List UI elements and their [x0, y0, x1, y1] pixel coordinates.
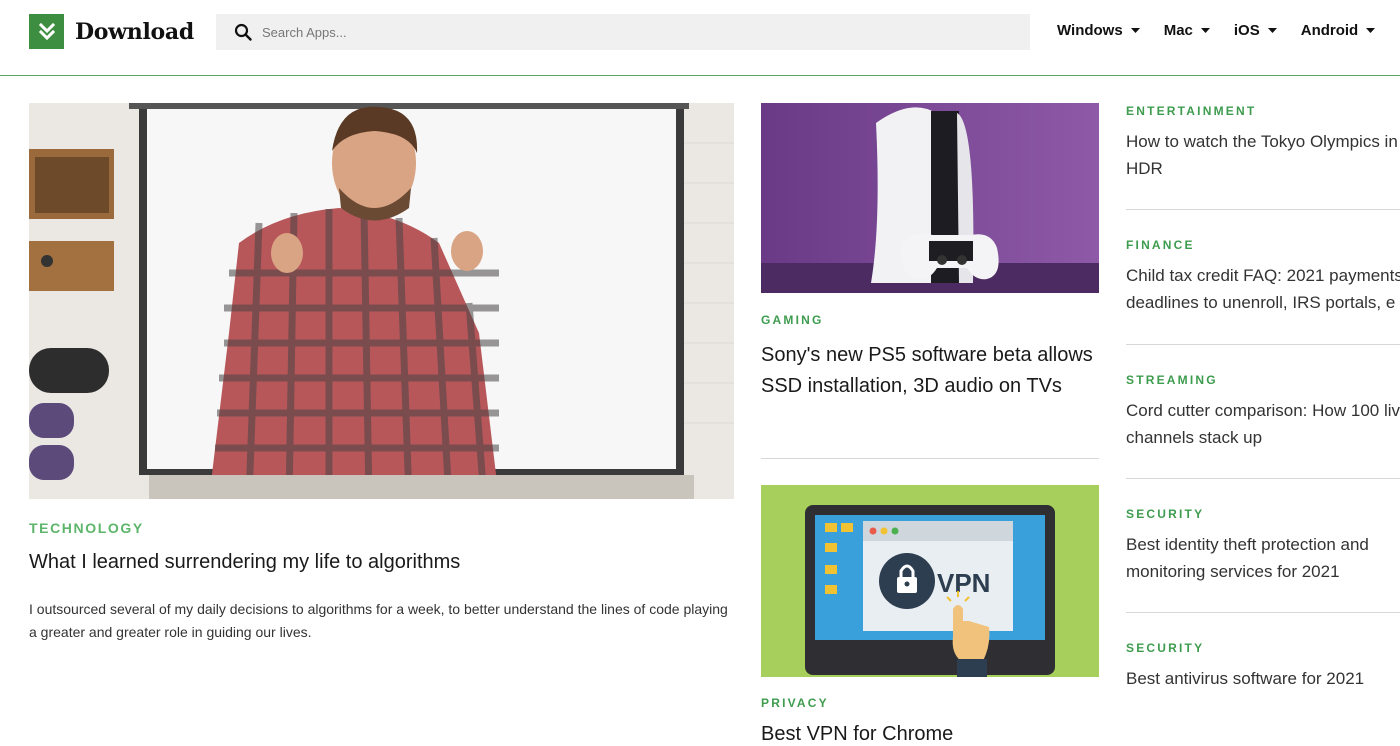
vpn-article-image[interactable]: VPN: [761, 485, 1099, 677]
nav-label: iOS: [1233, 22, 1260, 39]
sidebar-category[interactable]: STREAMING: [1126, 373, 1400, 387]
sidebar-article[interactable]: FINANCE Child tax credit FAQ: 2021 payme…: [1126, 238, 1400, 316]
privacy-category[interactable]: PRIVACY: [761, 696, 829, 710]
vpn-image-text: VPN: [937, 568, 990, 598]
nav-windows[interactable]: Windows: [1057, 22, 1140, 39]
hero-category[interactable]: TECHNOLOGY: [29, 520, 144, 536]
sidebar-title-line[interactable]: channels stack up: [1126, 424, 1400, 451]
ps5-article-title[interactable]: Sony's new PS5 software beta allows SSD …: [761, 340, 1099, 402]
sidebar-article[interactable]: SECURITY Best identity theft protection …: [1126, 507, 1400, 585]
caret-down-icon: [1366, 27, 1376, 33]
nav-label: Windows: [1057, 22, 1123, 39]
logo[interactable]: Download: [29, 14, 194, 49]
caret-down-icon: [1200, 27, 1210, 33]
sidebar-title-line[interactable]: HDR: [1126, 155, 1400, 182]
vpn-article-title[interactable]: Best VPN for Chrome: [761, 723, 953, 746]
sidebar-title-line[interactable]: Child tax credit FAQ: 2021 payments,: [1126, 262, 1400, 289]
download-logo-icon: [29, 14, 64, 49]
sidebar-title-line[interactable]: deadlines to unenroll, IRS portals, e: [1126, 289, 1400, 316]
nav-label: Android: [1300, 22, 1359, 39]
sidebar-title-line[interactable]: Best antivirus software for 2021: [1126, 665, 1400, 692]
nav-android[interactable]: Android: [1301, 22, 1376, 39]
hero-title[interactable]: What I learned surrendering my life to a…: [29, 551, 460, 574]
divider: [1126, 344, 1400, 345]
platform-nav: Windows Mac iOS Android: [1057, 22, 1376, 39]
nav-label: Mac: [1163, 22, 1193, 39]
search-icon[interactable]: [234, 23, 252, 41]
sidebar-category[interactable]: SECURITY: [1126, 641, 1400, 655]
search-bar[interactable]: [216, 14, 1030, 50]
nav-mac[interactable]: Mac: [1164, 22, 1210, 39]
sidebar-title-line[interactable]: Best identity theft protection and: [1126, 531, 1400, 558]
divider: [1126, 612, 1400, 613]
sidebar-category[interactable]: ENTERTAINMENT: [1126, 104, 1400, 118]
sidebar-title-line[interactable]: How to watch the Tokyo Olympics in: [1126, 128, 1400, 155]
divider: [1126, 209, 1400, 210]
sidebar-article[interactable]: ENTERTAINMENT How to watch the Tokyo Oly…: [1126, 104, 1400, 182]
ps5-article-image[interactable]: [761, 103, 1099, 293]
nav-ios[interactable]: iOS: [1234, 22, 1277, 39]
gaming-category[interactable]: GAMING: [761, 313, 824, 327]
search-input[interactable]: [262, 24, 962, 40]
caret-down-icon: [1130, 27, 1140, 33]
hero-article-image[interactable]: [29, 103, 734, 499]
caret-down-icon: [1267, 27, 1277, 33]
sidebar-title-line[interactable]: monitoring services for 2021: [1126, 558, 1400, 585]
sidebar-category[interactable]: FINANCE: [1126, 238, 1400, 252]
divider: [1126, 478, 1400, 479]
sidebar-article[interactable]: SECURITY Best antivirus software for 202…: [1126, 641, 1400, 692]
divider: [761, 458, 1099, 459]
sidebar-category[interactable]: SECURITY: [1126, 507, 1400, 521]
site-header: Download Windows Mac iOS Android: [0, 0, 1400, 76]
hero-description: I outsourced several of my daily decisio…: [29, 601, 728, 640]
sidebar-article[interactable]: STREAMING Cord cutter comparison: How 10…: [1126, 373, 1400, 451]
logo-text: Download: [75, 18, 194, 45]
sidebar-title-line[interactable]: Cord cutter comparison: How 100 live: [1126, 397, 1400, 424]
